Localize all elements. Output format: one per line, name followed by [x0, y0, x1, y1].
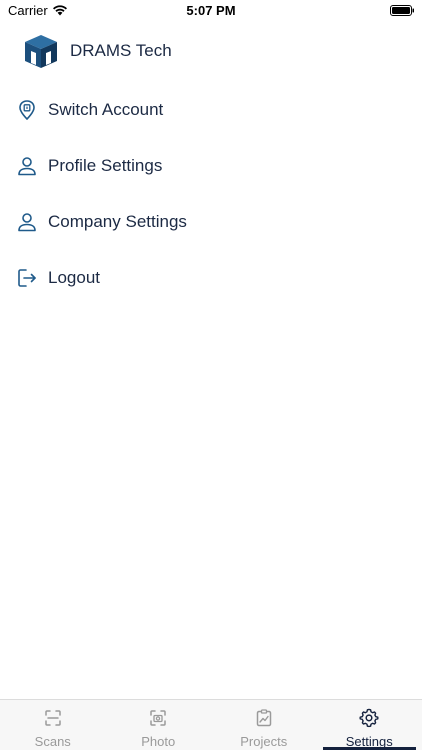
tab-label: Photo	[141, 734, 176, 749]
status-time: 5:07 PM	[186, 3, 236, 18]
tab-scans[interactable]: Scans	[0, 700, 106, 750]
menu-item-profile-settings[interactable]: Profile Settings	[0, 138, 422, 194]
user-icon	[16, 155, 38, 177]
logout-icon	[16, 267, 38, 289]
bottom-tab-bar: Scans Photo Projects Settings	[0, 699, 422, 750]
user-icon	[16, 211, 38, 233]
battery-icon	[390, 5, 414, 16]
company-logo	[25, 35, 57, 68]
menu-item-label: Switch Account	[48, 100, 164, 119]
tab-label: Projects	[240, 734, 288, 749]
gear-icon	[359, 708, 379, 728]
scan-icon	[45, 710, 61, 726]
tab-projects[interactable]: Projects	[211, 700, 317, 750]
menu-item-switch-account[interactable]: Switch Account	[0, 82, 422, 138]
menu-item-logout[interactable]: Logout	[0, 250, 422, 306]
menu-item-company-settings[interactable]: Company Settings	[0, 194, 422, 250]
location-pin-icon	[16, 99, 38, 121]
company-name: DRAMS Tech	[70, 41, 172, 60]
menu-item-label: Company Settings	[48, 212, 187, 231]
tab-label: Scans	[34, 734, 71, 749]
status-bar: Carrier 5:07 PM	[0, 0, 422, 22]
settings-menu: Switch Account Profile Settings Company …	[0, 82, 422, 306]
tab-settings[interactable]: Settings	[317, 700, 422, 750]
company-header: DRAMS Tech	[22, 32, 172, 70]
camera-icon	[150, 710, 166, 726]
menu-item-label: Profile Settings	[48, 156, 163, 175]
menu-item-label: Logout	[48, 268, 100, 287]
tab-photo[interactable]: Photo	[106, 700, 212, 750]
clipboard-chart-icon	[256, 709, 271, 727]
